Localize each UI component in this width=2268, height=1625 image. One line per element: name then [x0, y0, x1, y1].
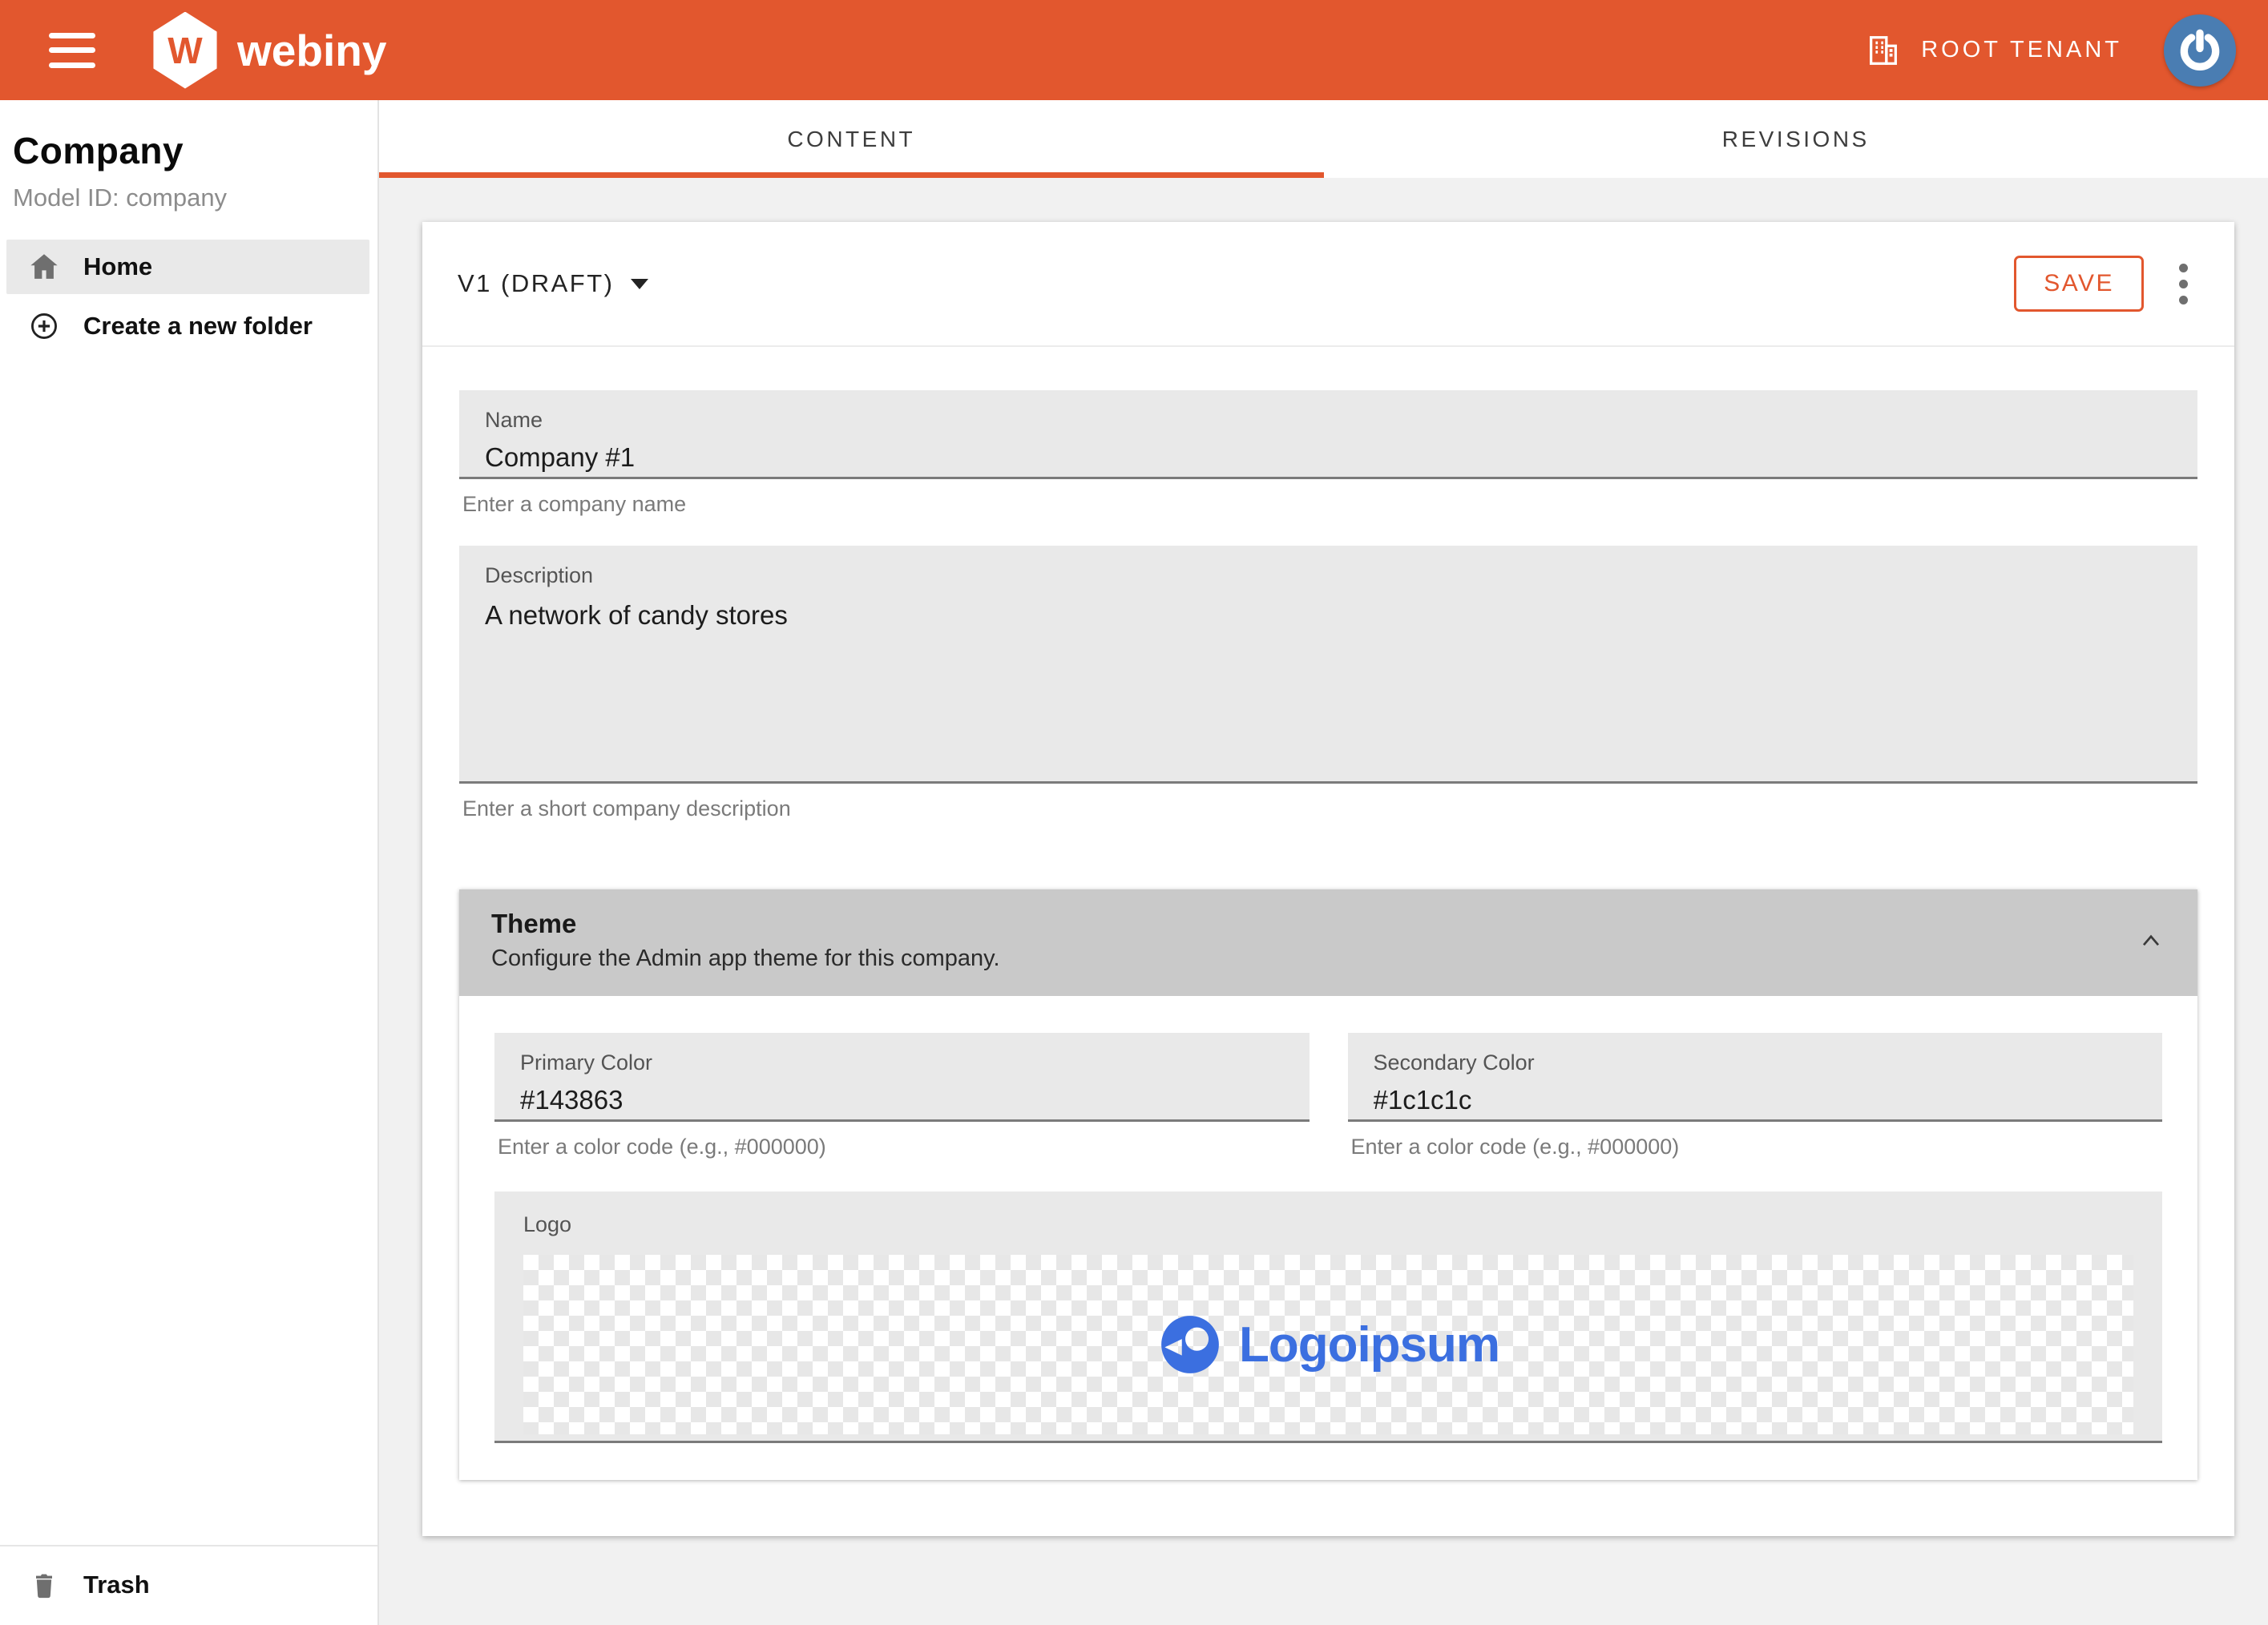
trash-icon [27, 1569, 61, 1601]
user-avatar[interactable] [2164, 14, 2236, 87]
secondary-color-label: Secondary Color [1374, 1050, 2137, 1075]
building-icon [1865, 32, 1902, 69]
logoipsum-wordmark: Logoipsum [1239, 1317, 1499, 1373]
home-icon [27, 250, 61, 284]
sidebar-item-home[interactable]: Home [6, 240, 369, 294]
app-root: W webiny ROOT TENANT [0, 0, 2268, 1625]
chevron-down-icon [631, 279, 648, 289]
name-field: Name Enter a company name [459, 390, 2197, 517]
folder-tree: Home Create a new folder [0, 240, 377, 358]
theme-subtitle: Configure the Admin app theme for this c… [491, 946, 1000, 972]
theme-section-header[interactable]: Theme Configure the Admin app theme for … [459, 889, 2197, 996]
secondary-color-helper: Enter a color code (e.g., #000000) [1351, 1135, 2163, 1159]
version-selector[interactable]: V1 (DRAFT) [458, 269, 648, 298]
kebab-dot [2179, 280, 2188, 288]
plus-circle-icon [27, 311, 61, 341]
primary-color-label: Primary Color [520, 1050, 1284, 1075]
main-content: CONTENT REVISIONS V1 (DRAFT) SAVE [379, 100, 2268, 1625]
webiny-logo: W webiny [151, 12, 386, 89]
webiny-logo-icon: W [151, 12, 220, 89]
secondary-color-input[interactable] [1374, 1085, 2137, 1115]
name-field-box: Name [459, 390, 2197, 479]
sidebar-item-create-folder[interactable]: Create a new folder [6, 299, 369, 353]
logo-field: Logo [494, 1192, 2162, 1443]
theme-section: Theme Configure the Admin app theme for … [459, 889, 2197, 1480]
tab-content[interactable]: CONTENT [379, 100, 1324, 178]
webiny-logo-letter: W [167, 29, 202, 72]
sidebar: Company Model ID: company Home [0, 100, 379, 1625]
sidebar-item-label: Create a new folder [83, 312, 313, 341]
description-field: Description A network of candy stores En… [459, 546, 2197, 821]
page-title: Company [13, 129, 358, 172]
version-label: V1 (DRAFT) [458, 269, 615, 298]
more-options-button[interactable] [2168, 256, 2199, 312]
brand-wordmark: webiny [237, 25, 386, 76]
chevron-up-icon[interactable] [2137, 926, 2165, 955]
app-header: W webiny ROOT TENANT [0, 0, 2268, 100]
sidebar-item-label: Home [83, 252, 152, 281]
primary-color-field: Primary Color Enter a color code (e.g., … [494, 1033, 1310, 1159]
description-field-box: Description A network of candy stores [459, 546, 2197, 784]
description-input[interactable]: A network of candy stores [485, 598, 2172, 774]
save-button[interactable]: SAVE [2014, 256, 2144, 312]
content-area: V1 (DRAFT) SAVE [379, 178, 2268, 1625]
entry-card-header: V1 (DRAFT) SAVE [422, 222, 2234, 347]
tenant-selector[interactable]: ROOT TENANT [1865, 32, 2122, 69]
description-field-helper: Enter a short company description [462, 796, 2197, 821]
name-field-label: Name [485, 408, 2172, 433]
name-field-helper: Enter a company name [462, 492, 2197, 517]
gravatar-power-icon [2175, 26, 2225, 75]
entry-card: V1 (DRAFT) SAVE [422, 222, 2234, 1536]
tab-revisions[interactable]: REVISIONS [1324, 100, 2268, 178]
tenant-label: ROOT TENANT [1921, 37, 2122, 63]
logo-field-label: Logo [523, 1212, 571, 1236]
secondary-color-field: Secondary Color Enter a color code (e.g.… [1348, 1033, 2163, 1159]
primary-color-input[interactable] [520, 1085, 1284, 1115]
kebab-dot [2179, 296, 2188, 304]
menu-button[interactable] [46, 31, 98, 70]
description-field-label: Description [485, 563, 2172, 588]
tab-bar: CONTENT REVISIONS [379, 100, 2268, 178]
name-input[interactable] [485, 442, 2172, 473]
kebab-dot [2179, 264, 2188, 272]
logo-preview[interactable]: Logoipsum [523, 1255, 2133, 1434]
theme-title: Theme [491, 909, 1000, 939]
model-id-label: Model ID: company [13, 183, 358, 212]
sidebar-item-label: Trash [83, 1571, 150, 1599]
primary-color-helper: Enter a color code (e.g., #000000) [498, 1135, 1310, 1159]
secondary-color-box: Secondary Color [1348, 1033, 2163, 1122]
logo-field-box: Logo [494, 1192, 2162, 1443]
logoipsum-icon [1157, 1312, 1223, 1377]
sidebar-item-trash[interactable]: Trash [6, 1558, 369, 1612]
logoipsum-logo: Logoipsum [1157, 1312, 1499, 1377]
primary-color-box: Primary Color [494, 1033, 1310, 1122]
